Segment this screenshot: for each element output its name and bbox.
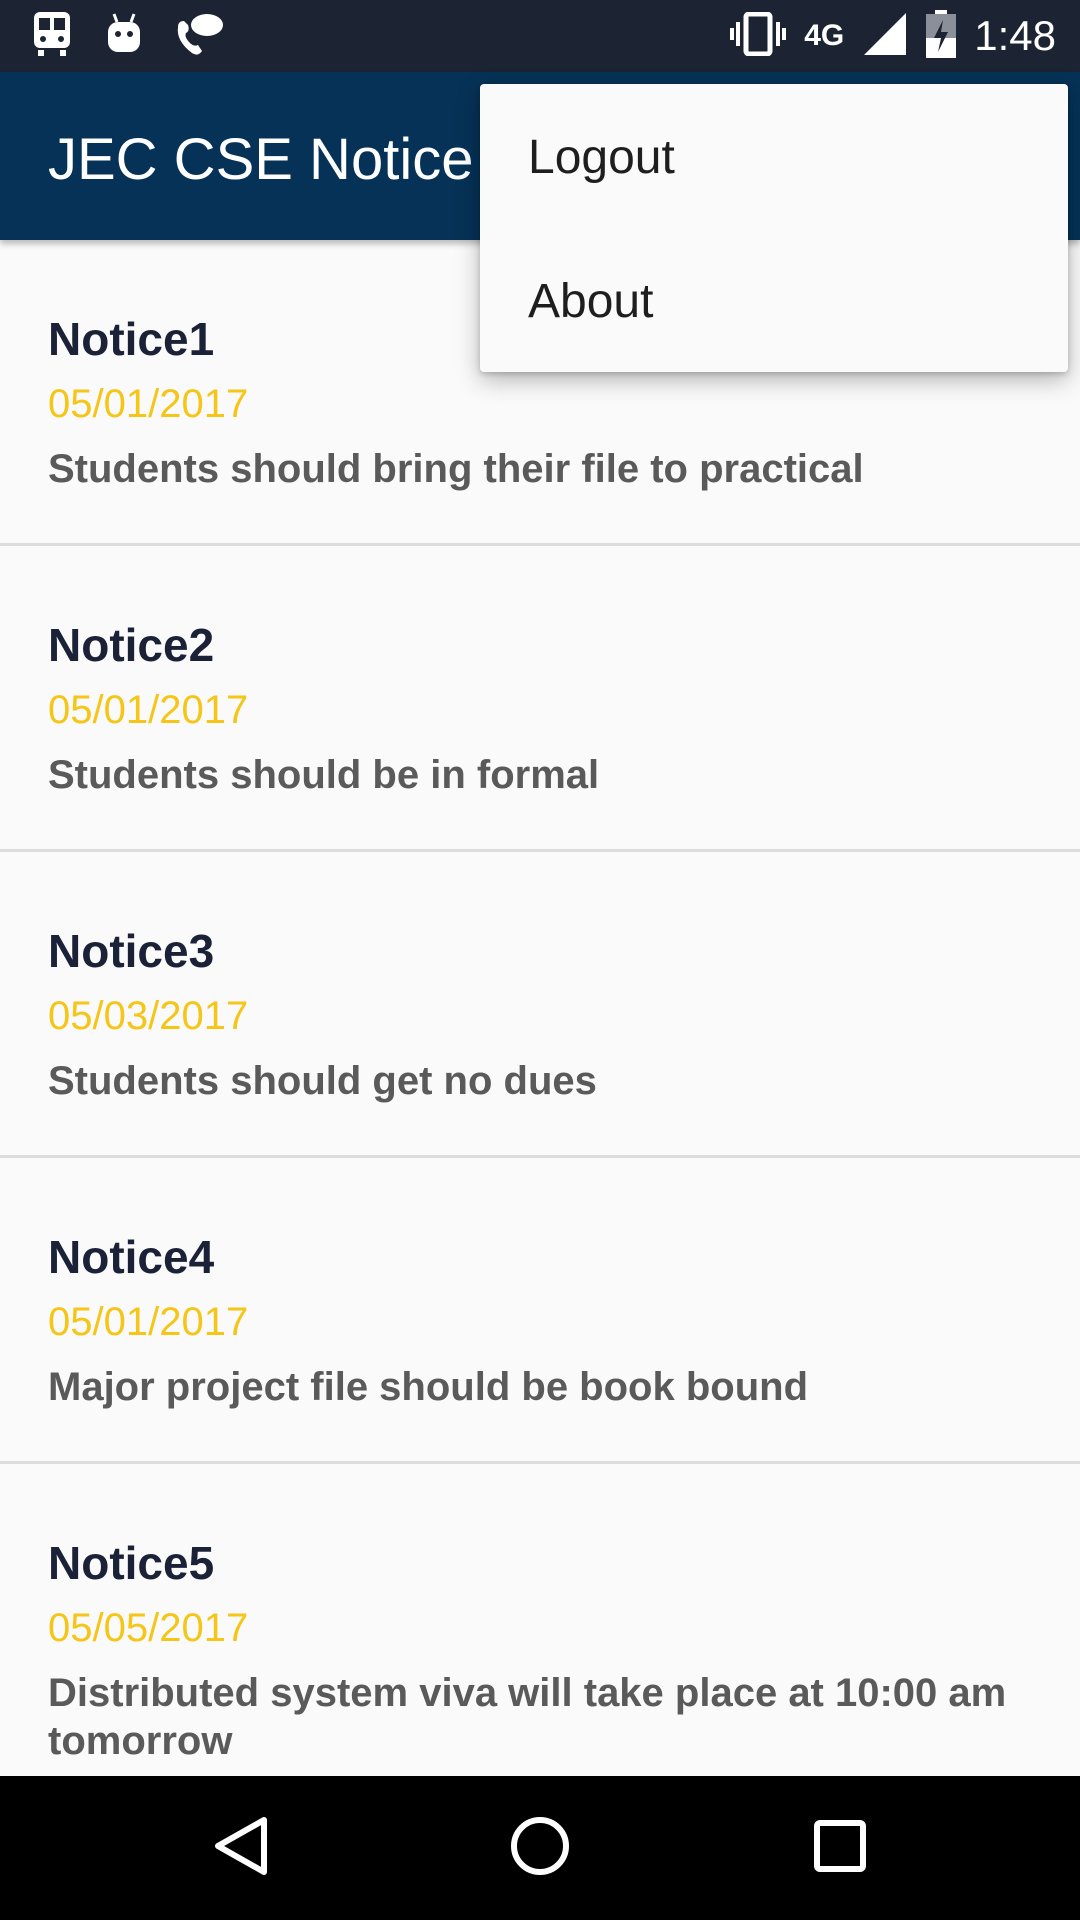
back-button[interactable] (200, 1808, 280, 1888)
back-icon (210, 1814, 270, 1883)
list-item[interactable]: Notice5 05/05/2017 Distributed system vi… (0, 1464, 1080, 1770)
notice-title: Notice3 (48, 925, 215, 977)
vibrate-icon (730, 11, 787, 61)
list-item[interactable]: Notice3 05/03/2017 Students should get n… (0, 852, 1080, 1158)
recents-button[interactable] (800, 1808, 880, 1888)
overflow-menu: Logout About (480, 84, 1068, 372)
notice-title: Notice4 (48, 1231, 215, 1283)
notice-description: Students should get no dues (48, 1059, 597, 1103)
notice-description: Distributed system viva will take place … (48, 1671, 1007, 1763)
notice-date: 05/01/2017 (48, 688, 249, 732)
android-icon (104, 12, 144, 61)
notice-date: 05/01/2017 (48, 382, 249, 426)
list-item[interactable]: Notice2 05/01/2017 Students should be in… (0, 546, 1080, 852)
notice-title: Notice5 (48, 1537, 215, 1589)
notice-title: Notice1 (48, 313, 215, 365)
menu-item-logout[interactable]: Logout (480, 84, 1068, 228)
network-type: 4G (804, 19, 845, 52)
train-icon (30, 10, 74, 63)
notice-list[interactable]: Notice1 05/01/2017 Students should bring… (0, 240, 1080, 1776)
notice-title: Notice2 (48, 619, 215, 671)
battery-charging-icon (926, 9, 957, 63)
notice-description: Students should bring their file to prac… (48, 447, 864, 491)
recents-icon (812, 1818, 868, 1879)
menu-item-label: Logout (528, 131, 675, 184)
home-button[interactable] (500, 1808, 580, 1888)
status-bar: 4G 1:48 (0, 0, 1080, 72)
menu-item-about[interactable]: About (480, 228, 1068, 372)
list-item[interactable]: Notice4 05/01/2017 Major project file sh… (0, 1158, 1080, 1464)
status-icons-left (30, 10, 224, 62)
notice-date: 05/03/2017 (48, 994, 249, 1038)
navigation-bar (0, 1776, 1080, 1920)
status-icons-right: 4G 1:48 (730, 8, 1056, 64)
notice-date: 05/05/2017 (48, 1606, 249, 1650)
clock: 1:48 (974, 12, 1056, 59)
home-icon (508, 1814, 572, 1883)
notice-date: 05/01/2017 (48, 1300, 249, 1344)
menu-item-label: About (528, 275, 654, 328)
app-title: JEC CSE Notice (48, 127, 474, 192)
notice-description: Major project file should be book bound (48, 1365, 808, 1409)
signal-icon (862, 11, 908, 62)
phone-chat-icon (174, 11, 224, 62)
notice-description: Students should be in formal (48, 753, 600, 797)
